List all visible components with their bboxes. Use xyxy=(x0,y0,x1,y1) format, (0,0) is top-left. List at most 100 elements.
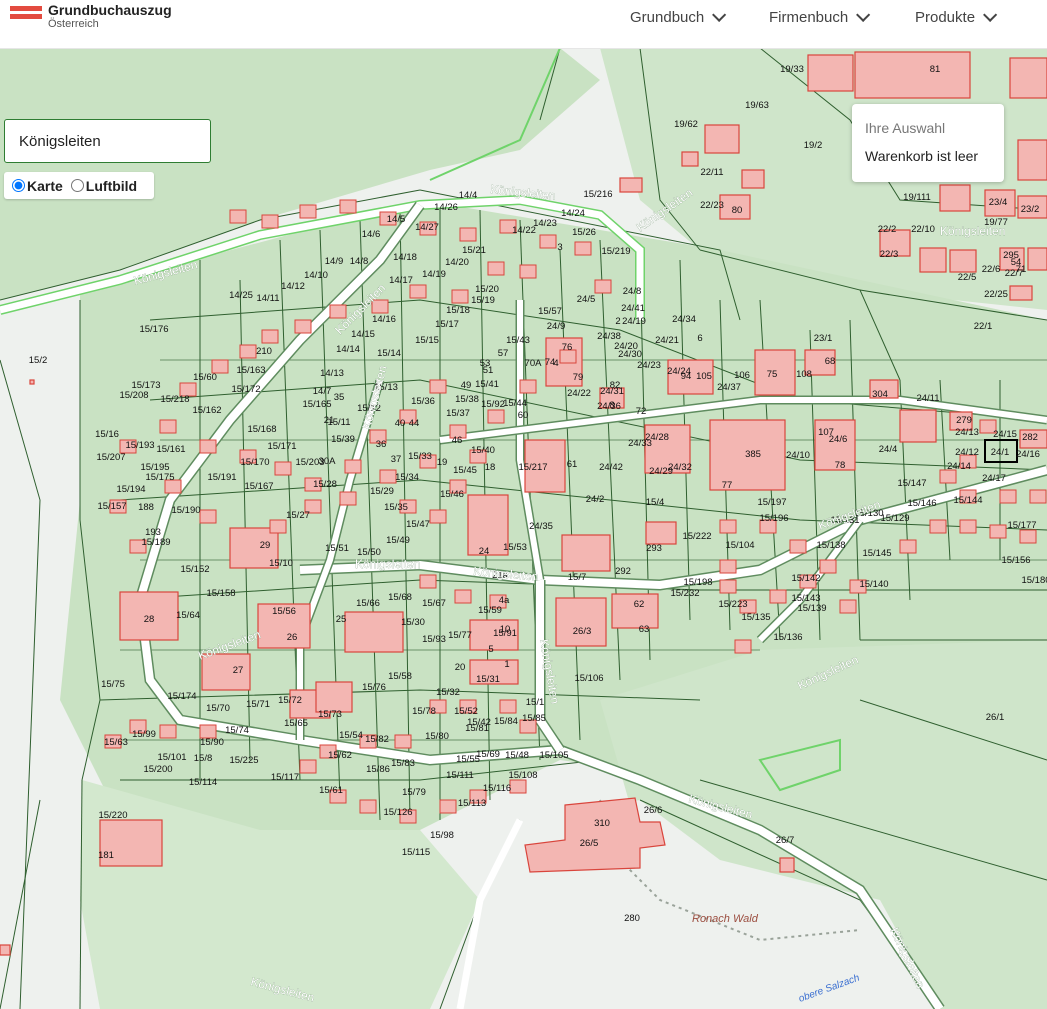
parcel-label: 35 xyxy=(334,392,345,403)
parcel-label: 15/77 xyxy=(448,630,472,641)
parcel-label: 75 xyxy=(767,369,778,380)
building xyxy=(899,539,917,554)
building xyxy=(919,247,947,273)
parcel-label: 78 xyxy=(835,460,846,471)
parcel-label: 15/139 xyxy=(797,603,826,614)
parcel-label: 94 xyxy=(681,371,692,382)
austria-flag-logo[interactable] xyxy=(10,6,42,28)
parcel-label: 15/49 xyxy=(386,535,410,546)
parcel-label: 15/34 xyxy=(395,472,419,483)
parcel-label: 2 xyxy=(615,316,620,327)
parcel-label: 24/4 xyxy=(879,444,898,455)
parcel-label: 53 xyxy=(480,358,491,369)
parcel-label: 3 xyxy=(557,242,562,253)
parcel-label: 15/39 xyxy=(331,434,355,445)
parcel-label: 15/70 xyxy=(206,703,230,714)
parcel-label: 282 xyxy=(1022,432,1038,443)
parcel-label: 15/20 xyxy=(475,284,499,295)
road-label: Königsleiten xyxy=(355,557,420,571)
parcel-label: 15/90 xyxy=(200,737,224,748)
parcel-label: 15/200 xyxy=(143,764,172,775)
parcel-label: 24/23 xyxy=(637,360,661,371)
nav-firmenbuch[interactable]: Firmenbuch xyxy=(769,0,871,34)
parcel-label: 27 xyxy=(233,665,244,676)
nav-firmenbuch-label: Firmenbuch xyxy=(769,8,849,26)
parcel-label: 14/16 xyxy=(372,314,396,325)
parcel-label: 15/219 xyxy=(601,246,630,257)
parcel-label: 57 xyxy=(498,348,509,359)
parcel-label: 14/18 xyxy=(393,252,417,263)
parcel-label: 15/145 xyxy=(862,548,891,559)
parcel-label: 15/60 xyxy=(193,372,217,383)
building xyxy=(487,409,505,424)
building xyxy=(719,519,737,534)
cadastral-map[interactable]: 19/33 81 19/63 19/62 19/2 22/11 22/23 80 19/111 1… xyxy=(0,48,1047,1009)
parcel-label: 15/126 xyxy=(383,807,412,818)
parcel-label: 15/30 xyxy=(401,617,425,628)
parcel-label: 15/86 xyxy=(366,764,390,775)
parcel-label: 26 xyxy=(287,632,298,643)
parcel-label: 1 xyxy=(504,659,509,670)
parcel-label: 15/113 xyxy=(458,798,486,809)
building xyxy=(261,329,279,344)
parcel-label: 15/196 xyxy=(759,513,788,524)
building xyxy=(344,611,404,653)
parcel-label: 15/142 xyxy=(791,573,820,584)
parcel-label: 24/9 xyxy=(547,321,566,332)
parcel-label: 15/172 xyxy=(231,384,260,395)
radio-luftbild[interactable] xyxy=(70,179,84,192)
parcel-label: 4a xyxy=(499,595,510,606)
parcel-label: 23/4 xyxy=(989,197,1008,208)
parcel-label: 15/108 xyxy=(508,770,537,781)
building xyxy=(779,857,795,873)
building xyxy=(819,559,837,574)
building xyxy=(344,459,362,474)
building xyxy=(854,51,971,99)
nav-produkte[interactable]: Produkte xyxy=(915,0,998,34)
parcel-label: 15/45 xyxy=(453,465,477,476)
parcel-label: 15/16 xyxy=(95,429,119,440)
parcel-label: 15/116 xyxy=(483,783,511,794)
parcel-label: 24/2 xyxy=(586,494,605,505)
parcel-label: 24/21 xyxy=(655,335,679,346)
place-label-ronach-wald: Ronach Wald xyxy=(692,913,759,925)
parcel-label: 82 xyxy=(610,380,621,391)
parcel-label: 14/17 xyxy=(389,275,413,286)
parcel-label: 15/222 xyxy=(682,531,711,542)
building xyxy=(807,54,854,92)
parcel-label: 15/101 xyxy=(157,752,186,763)
parcel-label: 26/5 xyxy=(580,838,599,849)
parcel-label: 15/54 xyxy=(339,730,363,741)
parcel-label: 14/5 xyxy=(387,214,406,225)
layer-label-luftbild: Luftbild xyxy=(85,177,138,194)
parcel-label: 15/63 xyxy=(104,737,128,748)
building xyxy=(734,639,752,654)
building xyxy=(199,439,217,454)
parcel-label: 15/7 xyxy=(568,572,587,583)
parcel-label: 14/9 xyxy=(325,256,344,267)
parcel-label: 15/161 xyxy=(156,444,185,455)
layer-option-luftbild[interactable]: Luftbild xyxy=(70,177,138,194)
parcel-label: 79 xyxy=(573,372,584,383)
nav-grundbuch[interactable]: Grundbuch xyxy=(630,0,727,34)
parcel-label: 15/115 xyxy=(402,847,430,858)
building xyxy=(269,519,287,534)
parcel-label: 15/76 xyxy=(362,682,386,693)
parcel-label: 15/232 xyxy=(670,588,699,599)
radio-karte[interactable] xyxy=(12,179,25,192)
brand-title[interactable]: Grundbuchauszug xyxy=(48,2,172,18)
building xyxy=(229,209,247,224)
parcel-label: 24/13 xyxy=(955,427,979,438)
layer-option-karte[interactable]: Karte xyxy=(12,178,63,194)
parcel-label: 15/85 xyxy=(522,713,546,724)
parcel-label: 76 xyxy=(562,342,573,353)
search-input[interactable] xyxy=(4,119,211,163)
parcel-label: 15/114 xyxy=(189,777,217,788)
parcel-label: 106 xyxy=(734,370,750,381)
parcel-label: 15/62 xyxy=(328,750,352,761)
parcel-label: 71 xyxy=(1016,264,1027,275)
map-canvas[interactable]: 19/33 8119/6319/6219/222/1122/23 8019/1111… xyxy=(0,48,1047,1009)
parcel-label: 5 xyxy=(488,644,493,655)
building xyxy=(339,199,357,214)
parcel-label: 15/73 xyxy=(318,709,342,720)
